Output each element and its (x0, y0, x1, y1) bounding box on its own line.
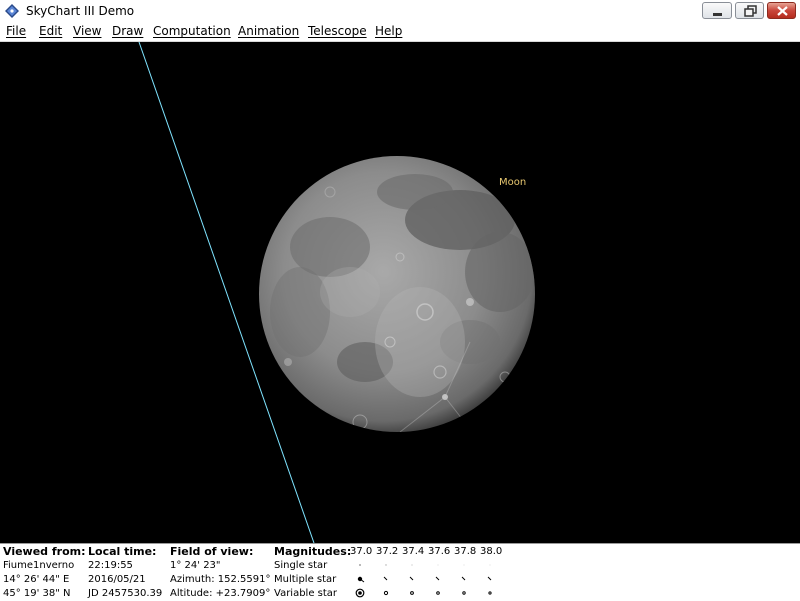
magnitude-value: 37.0 (350, 546, 373, 557)
sky-chart-view[interactable]: Moon (0, 42, 800, 543)
menu-help[interactable]: Help (375, 24, 402, 38)
maximize-button[interactable] (735, 2, 764, 19)
azimuth-value: Azimuth: 152.5591° (170, 574, 271, 585)
latitude-value: 45° 19' 38" N (3, 588, 71, 599)
magnitude-value: 37.4 (402, 546, 425, 557)
menu-bar: File Edit View Draw Computation Animatio… (0, 22, 800, 42)
magnitude-value: 38.0 (480, 546, 503, 557)
window-title: SkyChart III Demo (26, 4, 135, 18)
local-time-value: 22:19:55 (88, 560, 133, 571)
menu-animation[interactable]: Animation (238, 24, 299, 38)
location-name: Fiume1nverno (3, 560, 75, 571)
status-panel: Viewed from: Fiume1nverno 14° 26' 44" E … (0, 543, 800, 601)
local-time-header: Local time: (88, 545, 157, 558)
magnitude-symbols (355, 564, 492, 598)
single-star-symbols-icon (359, 564, 491, 566)
legend-multiple-star: Multiple star (274, 574, 337, 585)
moon-label[interactable]: Moon (499, 177, 526, 188)
maximize-icon (744, 5, 757, 17)
menu-draw[interactable]: Draw (112, 24, 143, 38)
variable-star-symbols-icon (355, 588, 492, 598)
multiple-star-symbols-icon (357, 576, 492, 583)
magnitude-value: 37.8 (454, 546, 477, 557)
legend-single-star: Single star (274, 560, 328, 571)
sky-canvas[interactable] (0, 42, 800, 543)
menu-edit[interactable]: Edit (39, 24, 62, 38)
minimize-button[interactable] (702, 2, 732, 19)
moon[interactable] (259, 156, 535, 442)
close-icon (777, 6, 788, 16)
viewed-from-header: Viewed from: (3, 545, 86, 558)
magnitudes-header: Magnitudes: (274, 545, 352, 558)
field-of-view-value: 1° 24' 23" (170, 560, 221, 571)
longitude-value: 14° 26' 44" E (3, 574, 70, 585)
julian-date-value: JD 2457530.39 (88, 588, 163, 599)
menu-computation[interactable]: Computation (153, 24, 231, 38)
local-date-value: 2016/05/21 (88, 574, 146, 585)
field-of-view-header: Field of view: (170, 545, 254, 558)
menu-telescope[interactable]: Telescope (308, 24, 367, 38)
magnitude-value: 37.2 (376, 546, 399, 557)
minimize-icon (713, 13, 722, 16)
title-bar: SkyChart III Demo (0, 0, 800, 23)
skychart-app-icon[interactable] (5, 4, 19, 18)
menu-view[interactable]: View (73, 24, 101, 38)
legend-variable-star: Variable star (274, 588, 338, 599)
close-button[interactable] (767, 2, 796, 19)
altitude-value: Altitude: +23.7909° (170, 588, 271, 599)
magnitude-value: 37.6 (428, 546, 451, 557)
menu-file[interactable]: File (6, 24, 26, 38)
